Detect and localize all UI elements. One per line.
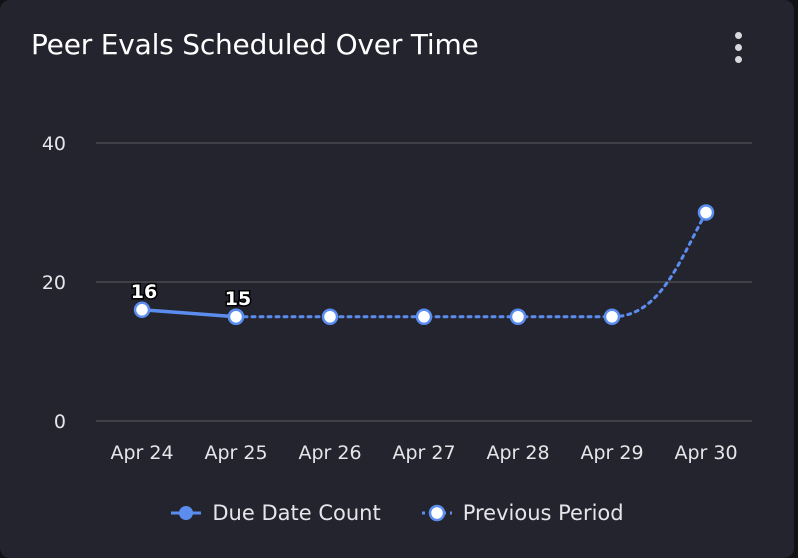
- data-point-previous-period: [415, 308, 433, 325]
- series-line-previous-period: [234, 211, 708, 319]
- data-point-previous-period: [321, 308, 339, 325]
- x-tick-label: Apr 24: [110, 442, 173, 464]
- chart-legend: Due Date Count Previous Period: [0, 496, 794, 530]
- x-tick-label: Apr 25: [204, 442, 267, 464]
- legend-label: Due Date Count: [212, 501, 381, 525]
- legend-item-previous-period[interactable]: Previous Period: [421, 501, 624, 525]
- data-point-previous-period: [603, 308, 621, 325]
- y-tick-label: 40: [42, 133, 66, 155]
- data-point-previous-period: [697, 204, 715, 221]
- y-tick-label: 20: [42, 272, 66, 294]
- legend-item-due-date-count[interactable]: Due Date Count: [170, 501, 381, 525]
- legend-swatch-dotted: [421, 504, 452, 522]
- data-point-previous-period: [509, 308, 527, 325]
- x-tick-label: Apr 27: [392, 442, 455, 464]
- data-label: 15: [225, 288, 251, 310]
- line-chart: 0 20 40 Apr 24 Apr 25 Apr 26 Apr 27 Apr 28 Apr 2…: [42, 133, 752, 464]
- data-point-due-date-count: [227, 308, 245, 325]
- legend-swatch-solid: [171, 506, 202, 520]
- x-tick-label: Apr 26: [298, 442, 361, 464]
- legend-label: Previous Period: [462, 501, 624, 525]
- x-tick-label: Apr 28: [486, 442, 549, 464]
- data-point-due-date-count: [133, 301, 151, 319]
- y-tick-label: 0: [54, 411, 66, 433]
- data-label: 16: [131, 281, 157, 303]
- x-tick-label: Apr 29: [580, 442, 643, 464]
- series-line-due-date-count: [141, 308, 237, 319]
- x-tick-label: Apr 30: [674, 442, 737, 464]
